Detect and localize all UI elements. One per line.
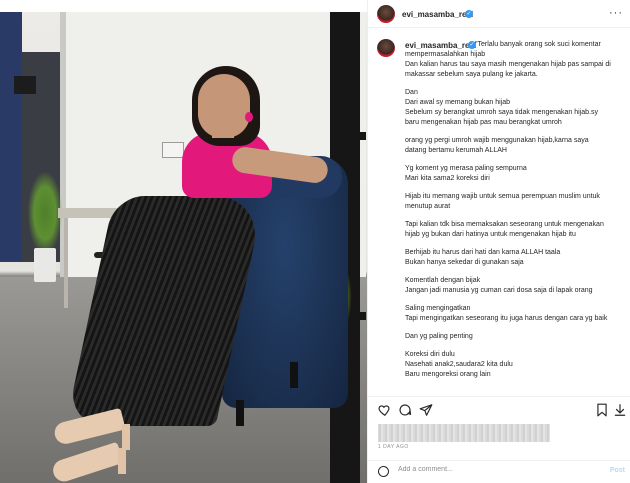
caption-line: orang yg pergi umroh wajib menggunakan h…: [405, 137, 589, 144]
caption-line: Komentlah dengan bijak: [405, 277, 481, 284]
post-side-panel: evi_masamba_real ✓ ··· evi_masamba_real …: [367, 0, 630, 483]
instagram-post-frame: evi_masamba_real ✓ ··· evi_masamba_real …: [0, 0, 630, 483]
comment-icon[interactable]: [398, 403, 412, 417]
caption-line: Sebelum sy berangkat umroh saya tidak me…: [405, 109, 598, 116]
chair-leg: [236, 400, 244, 426]
share-icon[interactable]: [419, 403, 433, 417]
earring: [245, 112, 253, 122]
post-comment-button[interactable]: Post: [610, 467, 625, 474]
more-options-icon[interactable]: ···: [609, 7, 623, 19]
caption-line: baru mengenakan hijab pas mau berangkat …: [405, 119, 562, 126]
chair-leg: [290, 362, 298, 388]
wall-sign: [14, 76, 36, 94]
heel-left: [122, 424, 130, 450]
caption-first-line: "Terlalu banyak orang sok suci komentar: [475, 41, 601, 48]
caption-line: Dan yg paling penting: [405, 333, 473, 340]
caption-line: Nasehati anak2,saudara2 kita dulu: [405, 361, 513, 368]
caption-line: Jangan jadi manusia yg cuman cari dosa s…: [405, 287, 593, 294]
shelf-rung: [330, 132, 366, 140]
caption-line: Saling mengingatkan: [405, 305, 471, 312]
header-username[interactable]: evi_masamba_real: [402, 10, 473, 19]
caption-line: Tapi kalian tdk bisa memaksakan seseoran…: [405, 221, 604, 228]
caption-line: Hijab itu memang wajib untuk semua perem…: [405, 193, 600, 200]
caption-line: menutup aurat: [405, 203, 451, 210]
caption-avatar[interactable]: [377, 39, 395, 57]
caption-line: Bukan hanya sekedar di gunakan saja: [405, 259, 524, 266]
download-icon[interactable]: [613, 403, 627, 417]
background-wall-blue: [0, 12, 22, 262]
likes-count-blurred: [378, 424, 550, 442]
caption-line: Berhijab itu harus dari hati dan karna A…: [405, 249, 561, 256]
potted-plant: [28, 172, 62, 254]
post-header: evi_masamba_real ✓ ···: [368, 0, 630, 28]
post-timestamp: 1 DAY AGO: [378, 444, 409, 450]
comment-input[interactable]: [398, 466, 588, 473]
emoji-icon[interactable]: [378, 466, 389, 477]
post-photo[interactable]: [0, 12, 367, 483]
comment-bar: Post: [368, 460, 630, 483]
caption-line: Dari awal sy memang bukan hijab: [405, 99, 511, 106]
caption-line: Yg koment yg merasa paling sempurna: [405, 165, 527, 172]
heart-icon[interactable]: [377, 403, 391, 417]
caption-line: mempermasalahkan hijab: [405, 51, 486, 58]
avatar[interactable]: [377, 5, 395, 23]
caption-line: hijab yg bukan dari hatinya untuk mengen…: [405, 231, 576, 238]
caption-line: Dan kalian harus tau saya masih mengenak…: [405, 61, 611, 68]
caption-line: Tapi mengingatkan seseorang itu juga har…: [405, 315, 608, 322]
caption-area: evi_masamba_real ✓ "Terlalu banyak orang…: [368, 30, 630, 390]
caption-line: Dan: [405, 89, 418, 96]
caption-line: makassar sebelum saya pulang ke jakarta.: [405, 71, 538, 78]
caption-line: Baru mengoreksi orang lain: [405, 371, 491, 378]
plant-pot: [34, 248, 56, 282]
bookmark-icon[interactable]: [595, 403, 609, 417]
heel-right: [118, 448, 126, 474]
caption-line: Mari kita sama2 koreksi diri: [405, 175, 490, 182]
wall-note: [162, 142, 184, 158]
face: [198, 74, 250, 138]
desk-leg: [64, 218, 68, 308]
verified-badge-icon: ✓: [465, 10, 473, 18]
caption-line: datang bertamu kerumah ALLAH: [405, 147, 507, 154]
action-bar: [368, 396, 630, 420]
caption-text: "Terlalu banyak orang sok suci komentar m…: [405, 40, 627, 380]
caption-line: Koreksi diri dulu: [405, 351, 455, 358]
